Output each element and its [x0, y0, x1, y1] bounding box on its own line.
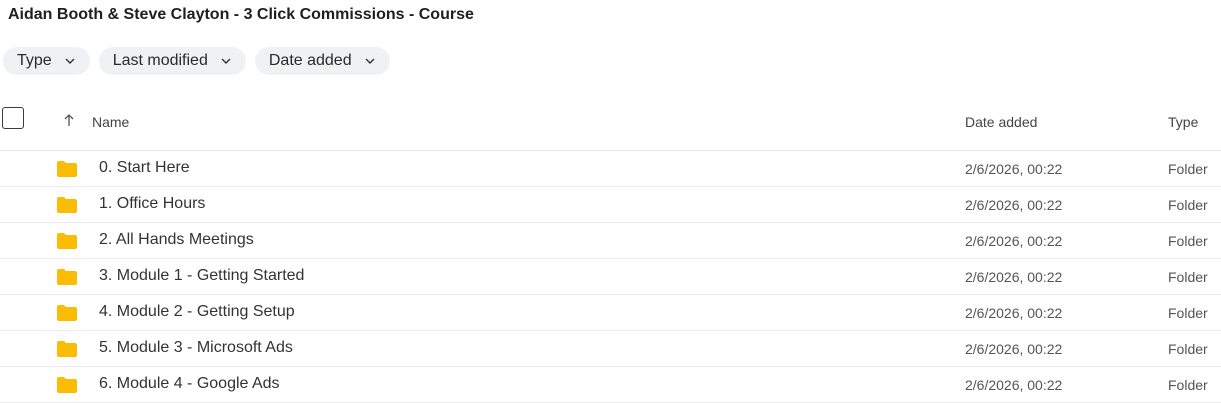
filter-type-chip[interactable]: Type: [3, 47, 90, 75]
row-date-added: 2/6/2026, 00:22: [965, 233, 1063, 249]
select-all-checkbox[interactable]: [2, 107, 24, 129]
table-row[interactable]: 5. Module 3 - Microsoft Ads 2/6/2026, 00…: [0, 331, 1221, 367]
row-name: 1. Office Hours: [99, 195, 206, 212]
table-row[interactable]: 4. Module 2 - Getting Setup 2/6/2026, 00…: [0, 295, 1221, 331]
folder-icon: [57, 233, 77, 249]
row-name: 4. Module 2 - Getting Setup: [99, 303, 295, 320]
page-title: Aidan Booth & Steve Clayton - 3 Click Co…: [8, 6, 474, 23]
arrow-up-icon[interactable]: [62, 112, 76, 128]
filter-date-added-chip[interactable]: Date added: [254, 47, 390, 75]
table-row[interactable]: 1. Office Hours 2/6/2026, 00:22 Folder: [0, 187, 1221, 223]
chevron-down-icon: [365, 58, 375, 64]
row-type: Folder: [1168, 305, 1208, 321]
chevron-down-icon: [221, 58, 231, 64]
filter-last-modified-label: Last modified: [112, 52, 208, 69]
folder-icon: [57, 341, 77, 357]
row-name: 0. Start Here: [99, 159, 190, 176]
row-date-added: 2/6/2026, 00:22: [965, 197, 1063, 213]
row-name: 6. Module 4 - Google Ads: [99, 375, 280, 392]
row-name: 3. Module 1 - Getting Started: [99, 267, 305, 284]
filter-bar: Type Last modified Date added: [3, 47, 390, 75]
column-header-type[interactable]: Type: [1168, 114, 1198, 130]
folder-icon: [57, 377, 77, 393]
folder-icon: [57, 305, 77, 321]
filter-date-added-label: Date added: [268, 52, 352, 69]
folder-icon: [57, 161, 77, 177]
row-date-added: 2/6/2026, 00:22: [965, 161, 1063, 177]
table-row[interactable]: 2. All Hands Meetings 2/6/2026, 00:22 Fo…: [0, 223, 1221, 259]
file-list: 0. Start Here 2/6/2026, 00:22 Folder 1. …: [0, 151, 1221, 403]
chevron-down-icon: [65, 58, 75, 64]
table-row[interactable]: 3. Module 1 - Getting Started 2/6/2026, …: [0, 259, 1221, 295]
table-row[interactable]: 6. Module 4 - Google Ads 2/6/2026, 00:22…: [0, 367, 1221, 403]
row-type: Folder: [1168, 377, 1208, 393]
row-date-added: 2/6/2026, 00:22: [965, 305, 1063, 321]
row-type: Folder: [1168, 269, 1208, 285]
row-date-added: 2/6/2026, 00:22: [965, 269, 1063, 285]
column-header-date-added[interactable]: Date added: [965, 114, 1037, 130]
filter-type-label: Type: [17, 52, 52, 69]
row-type: Folder: [1168, 161, 1208, 177]
row-type: Folder: [1168, 197, 1208, 213]
row-type: Folder: [1168, 341, 1208, 357]
column-header-name[interactable]: Name: [92, 114, 129, 130]
row-date-added: 2/6/2026, 00:22: [965, 377, 1063, 393]
row-name: 5. Module 3 - Microsoft Ads: [99, 339, 293, 356]
filter-last-modified-chip[interactable]: Last modified: [98, 47, 246, 75]
folder-icon: [57, 197, 77, 213]
table-header: Name Date added Type: [0, 100, 1221, 151]
folder-icon: [57, 269, 77, 285]
row-name: 2. All Hands Meetings: [99, 231, 254, 248]
row-type: Folder: [1168, 233, 1208, 249]
table-row[interactable]: 0. Start Here 2/6/2026, 00:22 Folder: [0, 151, 1221, 187]
row-date-added: 2/6/2026, 00:22: [965, 341, 1063, 357]
